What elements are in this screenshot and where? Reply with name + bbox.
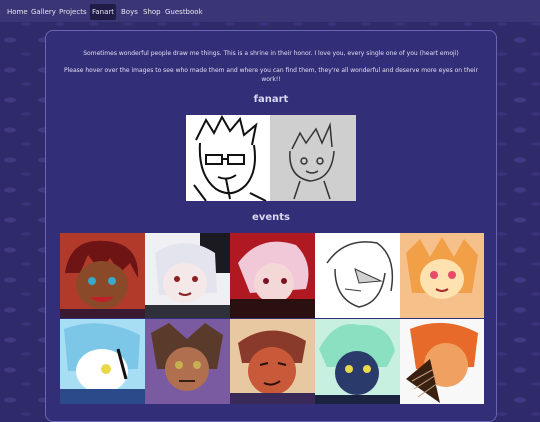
- sketch-drawing: [193, 115, 267, 201]
- nav-projects[interactable]: Projects: [57, 4, 89, 20]
- portrait-art: [145, 319, 230, 404]
- portrait-art: [315, 319, 400, 404]
- event-image-7[interactable]: [145, 319, 230, 404]
- portrait-art: [60, 233, 145, 318]
- portrait-art: [230, 319, 315, 404]
- portrait-art: [400, 319, 484, 404]
- nav-shop[interactable]: Shop: [141, 4, 163, 20]
- portrait-art: [145, 233, 230, 318]
- nav-boys[interactable]: Boys: [119, 4, 140, 20]
- portrait-art: [230, 233, 315, 318]
- events-heading: events: [252, 212, 290, 223]
- event-image-6[interactable]: [60, 319, 145, 404]
- top-nav-bar: Home Gallery Projects Fanart Boys Shop G…: [0, 0, 540, 22]
- event-image-9[interactable]: [315, 319, 400, 404]
- event-image-10[interactable]: [400, 319, 484, 404]
- nav-guestbook[interactable]: Guestbook: [163, 4, 205, 20]
- portrait-art: [400, 233, 484, 318]
- event-image-8[interactable]: [230, 319, 315, 404]
- event-image-3[interactable]: [230, 233, 315, 318]
- event-image-5[interactable]: [400, 233, 484, 318]
- nav-home[interactable]: Home: [5, 4, 30, 20]
- portrait-art: [60, 319, 145, 404]
- fanart-heading: fanart: [253, 94, 289, 105]
- fanart-image-1[interactable]: [186, 115, 270, 201]
- event-image-4[interactable]: [315, 233, 400, 318]
- portrait-art: [315, 233, 400, 318]
- fanart-image-2[interactable]: [270, 115, 356, 201]
- hover-instructions: Please hover over the images to see who …: [64, 67, 478, 83]
- sketch-drawing: [289, 122, 335, 200]
- nav-gallery[interactable]: Gallery: [29, 4, 58, 20]
- event-image-1[interactable]: [60, 233, 145, 318]
- nav-fanart[interactable]: Fanart: [90, 4, 117, 20]
- intro-text: Sometimes wonderful people draw me thing…: [83, 50, 459, 57]
- event-image-2[interactable]: [145, 233, 230, 318]
- content-panel: Sometimes wonderful people draw me thing…: [45, 30, 497, 422]
